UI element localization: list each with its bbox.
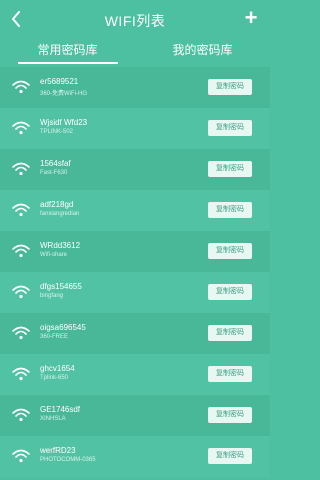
wifi-ssid: GE1746sdf bbox=[40, 405, 81, 414]
wifi-icon bbox=[12, 285, 30, 299]
copy-password-button[interactable]: 复制密码 bbox=[208, 202, 252, 218]
copy-password-button[interactable]: 复制密码 bbox=[208, 448, 252, 464]
wifi-list-item[interactable]: Wjsidf Wfd23 TPLINK-502 复制密码 bbox=[0, 108, 270, 149]
wifi-icon bbox=[12, 244, 30, 258]
wifi-source: Wifi-share bbox=[40, 252, 68, 258]
wifi-source: fanxiangredian bbox=[40, 211, 80, 217]
wifi-ssid: dfgs154655 bbox=[40, 282, 82, 291]
wifi-ssid: 1564sfaf bbox=[40, 159, 71, 168]
copy-password-button[interactable]: 复制密码 bbox=[208, 243, 252, 259]
wifi-list-item[interactable]: 1564sfaf Fast-F630 复制密码 bbox=[0, 149, 270, 190]
wifi-icon bbox=[12, 326, 30, 340]
wifi-ssid: oigsa696545 bbox=[40, 323, 86, 332]
wifi-list-item[interactable]: ghcv1654 Tplink-650 复制密码 bbox=[0, 354, 270, 395]
page-title: WIFI列表 bbox=[104, 13, 166, 29]
wifi-list-item[interactable]: er5689521 360-免费WiFi-HG 复制密码 bbox=[0, 67, 270, 108]
wifi-icon bbox=[12, 203, 30, 217]
wifi-ssid: er5689521 bbox=[40, 77, 79, 86]
tab-bar: 常用密码库 我的密码库 bbox=[0, 40, 270, 64]
wifi-ssid: adf218gd bbox=[40, 200, 74, 209]
copy-password-button[interactable]: 复制密码 bbox=[208, 79, 252, 95]
copy-password-button[interactable]: 复制密码 bbox=[208, 284, 252, 300]
wifi-icon bbox=[12, 408, 30, 422]
wifi-list: er5689521 360-免费WiFi-HG 复制密码 Wjsidf Wfd2… bbox=[0, 67, 270, 477]
wifi-list-item[interactable]: adf218gd fanxiangredian 复制密码 bbox=[0, 190, 270, 231]
wifi-list-item[interactable]: dfgs154655 bingfang 复制密码 bbox=[0, 272, 270, 313]
wifi-icon bbox=[12, 121, 30, 135]
tab-my-password-library[interactable]: 我的密码库 bbox=[135, 40, 270, 64]
wifi-icon bbox=[12, 449, 30, 463]
copy-password-button[interactable]: 复制密码 bbox=[208, 407, 252, 423]
wifi-source: TPLINK-502 bbox=[40, 129, 74, 135]
tab-common-password-library[interactable]: 常用密码库 bbox=[0, 40, 135, 64]
add-wifi-button[interactable]: + bbox=[242, 6, 260, 30]
wifi-source: Fast-F630 bbox=[40, 170, 68, 176]
wifi-icon bbox=[12, 162, 30, 176]
copy-password-button[interactable]: 复制密码 bbox=[208, 325, 252, 341]
copy-password-button[interactable]: 复制密码 bbox=[208, 120, 252, 136]
wifi-source: bingfang bbox=[40, 293, 64, 299]
wifi-list-item[interactable]: WRdd3612 Wifi-share 复制密码 bbox=[0, 231, 270, 272]
app-header: WIFI列表 + bbox=[0, 0, 270, 40]
wifi-list-item[interactable]: werfRD23 PHOTOCOMM-0365 复制密码 bbox=[0, 436, 270, 477]
wifi-list-item[interactable]: GE1746sdf XINHSLA 复制密码 bbox=[0, 395, 270, 436]
wifi-ssid: Wjsidf Wfd23 bbox=[40, 118, 88, 127]
copy-password-button[interactable]: 复制密码 bbox=[208, 366, 252, 382]
wifi-source: XINHSLA bbox=[40, 416, 66, 422]
wifi-ssid: werfRD23 bbox=[40, 446, 76, 455]
wifi-icon bbox=[12, 367, 30, 381]
wifi-icon bbox=[12, 80, 30, 94]
wifi-ssid: WRdd3612 bbox=[40, 241, 81, 250]
wifi-source: 360-FREE bbox=[40, 334, 69, 340]
wifi-source: Tplink-650 bbox=[40, 375, 69, 381]
wifi-ssid: ghcv1654 bbox=[40, 364, 75, 373]
wifi-source: PHOTOCOMM-0365 bbox=[40, 457, 96, 463]
copy-password-button[interactable]: 复制密码 bbox=[208, 161, 252, 177]
wifi-list-item[interactable]: oigsa696545 360-FREE 复制密码 bbox=[0, 313, 270, 354]
wifi-source: 360-免费WiFi-HG bbox=[40, 91, 88, 97]
